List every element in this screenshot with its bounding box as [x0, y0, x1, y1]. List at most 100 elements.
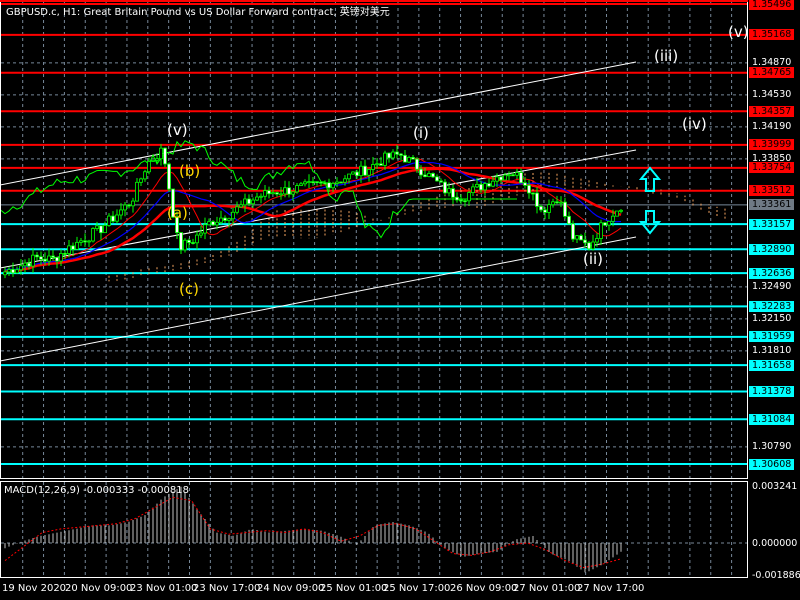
- candle: [583, 232, 587, 248]
- candle: [451, 184, 455, 204]
- candle: [151, 159, 155, 162]
- elliott-wave-label[interactable]: (v): [167, 121, 188, 139]
- candle: [191, 238, 195, 245]
- elliott-wave-label[interactable]: (iii): [654, 47, 678, 65]
- candle: [143, 169, 147, 182]
- price-tick: 1.31810: [752, 345, 792, 357]
- candle: [239, 200, 243, 208]
- candle: [119, 203, 123, 220]
- support-price-label: 1.31959: [749, 331, 795, 343]
- candle: [599, 219, 603, 245]
- candle: [575, 234, 579, 243]
- candle: [607, 220, 611, 231]
- candle: [299, 181, 303, 186]
- candle: [567, 211, 571, 225]
- time-label: 19 Nov 2020: [2, 583, 67, 594]
- candle: [167, 162, 171, 192]
- support-resistance-lines: [1, 3, 747, 465]
- candle: [455, 192, 459, 203]
- support-price-label: 1.31378: [749, 386, 795, 398]
- macd-axis-max: 0.003241: [752, 480, 798, 492]
- price-chart[interactable]: [0, 0, 800, 600]
- candle: [179, 232, 183, 254]
- candle: [31, 247, 35, 273]
- candle: [411, 154, 415, 160]
- candle: [499, 176, 503, 183]
- candle: [163, 147, 167, 168]
- candle: [431, 172, 435, 178]
- candle: [295, 182, 299, 194]
- time-label: 25 Nov 17:00: [383, 583, 451, 594]
- candle: [159, 143, 163, 166]
- elliott-wave-label[interactable]: (ii): [583, 250, 603, 268]
- candle: [115, 209, 119, 224]
- price-tick: 1.34530: [752, 89, 792, 101]
- time-label: 20 Nov 09:00: [65, 583, 133, 594]
- candle: [87, 239, 91, 248]
- candle: [551, 198, 555, 208]
- candle: [211, 220, 215, 226]
- elliott-wave-label[interactable]: (v): [728, 23, 749, 41]
- resistance-price-label: 1.33512: [749, 185, 795, 197]
- current-price-label: 1.33361: [749, 199, 795, 211]
- candle: [263, 184, 267, 201]
- candle: [255, 192, 259, 201]
- candle: [307, 174, 311, 188]
- elliott-wave-label[interactable]: (i): [413, 124, 429, 142]
- candle: [91, 227, 95, 243]
- candle: [367, 169, 371, 182]
- macd-axis-min: -0.001886: [752, 569, 800, 581]
- candle: [507, 171, 511, 181]
- candle: [279, 186, 283, 200]
- candle: [539, 204, 543, 213]
- candle: [315, 181, 319, 186]
- candle: [79, 238, 83, 246]
- candle: [83, 233, 87, 247]
- channel-upper-line[interactable]: [0, 61, 637, 186]
- candle: [435, 174, 439, 182]
- candle: [7, 266, 11, 277]
- candle: [579, 233, 583, 241]
- candle: [127, 203, 131, 209]
- candle: [443, 178, 447, 196]
- candle: [519, 168, 523, 184]
- support-price-label: 1.31658: [749, 359, 795, 371]
- chart-title: GBPUSD.c, H1: Great Britain Pound vs US …: [6, 7, 390, 18]
- candle: [3, 267, 7, 279]
- elliott-wave-label[interactable]: (iv): [682, 115, 707, 133]
- indicator-lines: [0, 140, 622, 274]
- candle: [387, 152, 391, 163]
- elliott-wave-label[interactable]: (a): [167, 204, 188, 222]
- candle: [427, 170, 431, 178]
- candle: [615, 210, 619, 217]
- arrow-up-icon: [638, 166, 662, 192]
- candle: [467, 190, 471, 206]
- price-tick: 1.32490: [752, 281, 792, 293]
- resistance-price-label: 1.33999: [749, 139, 795, 151]
- candle: [107, 213, 111, 227]
- macd-panel: [1, 486, 747, 573]
- elliott-wave-label[interactable]: (c): [179, 280, 199, 298]
- candle: [407, 155, 411, 164]
- candle: [547, 199, 551, 219]
- price-tick: 1.30790: [752, 441, 792, 453]
- candle: [303, 179, 307, 187]
- time-label: 27 Nov 01:00: [513, 583, 581, 594]
- time-label: 24 Nov 09:00: [257, 583, 325, 594]
- candle: [35, 252, 39, 261]
- resistance-price-label: 1.34357: [749, 105, 795, 117]
- candle: [603, 222, 607, 227]
- candle: [131, 197, 135, 213]
- candle: [403, 150, 407, 163]
- elliott-wave-label[interactable]: (b): [179, 162, 200, 180]
- candle: [339, 181, 343, 184]
- candle: [483, 181, 487, 196]
- support-price-label: 1.33157: [749, 218, 795, 230]
- support-price-label: 1.32283: [749, 300, 795, 312]
- candle: [139, 177, 143, 186]
- candle: [11, 262, 15, 277]
- candle: [51, 249, 55, 261]
- resistance-price-label: 1.34765: [749, 67, 795, 79]
- candle: [591, 234, 595, 251]
- candle: [23, 259, 27, 273]
